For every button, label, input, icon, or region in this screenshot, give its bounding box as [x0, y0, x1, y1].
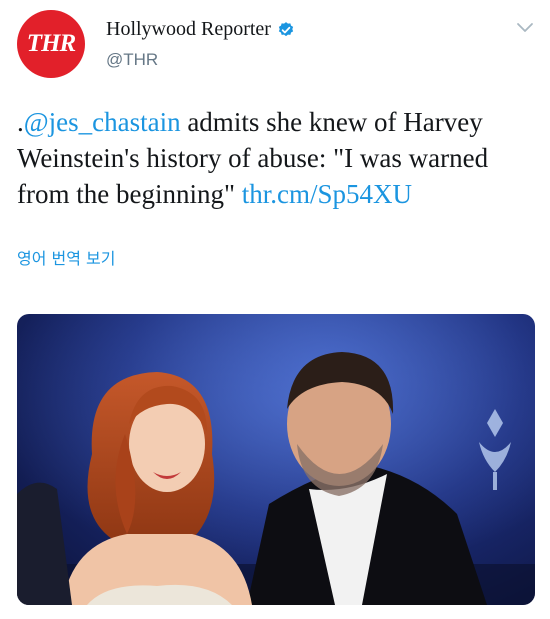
- author-handle: @THR: [106, 50, 159, 69]
- author-display-name[interactable]: Hollywood Reporter: [106, 18, 271, 41]
- article-link[interactable]: thr.cm/Sp54XU: [242, 179, 412, 209]
- verified-badge-icon: [278, 21, 294, 36]
- tweet-photo[interactable]: [17, 314, 535, 605]
- mention-link[interactable]: @jes_chastain: [24, 107, 181, 137]
- translate-tweet-link[interactable]: 영어 번역 보기: [17, 245, 116, 269]
- avatar[interactable]: THR: [17, 10, 85, 78]
- avatar-logo-text: THR: [26, 30, 76, 57]
- tweet-text: .@jes_chastain admits she knew of Harvey…: [17, 104, 537, 212]
- event-photo-illustration: [17, 314, 535, 605]
- tweet-prefix: .: [17, 107, 24, 137]
- chevron-down-icon[interactable]: [516, 22, 534, 34]
- author-name-row: Hollywood Reporter: [106, 18, 295, 41]
